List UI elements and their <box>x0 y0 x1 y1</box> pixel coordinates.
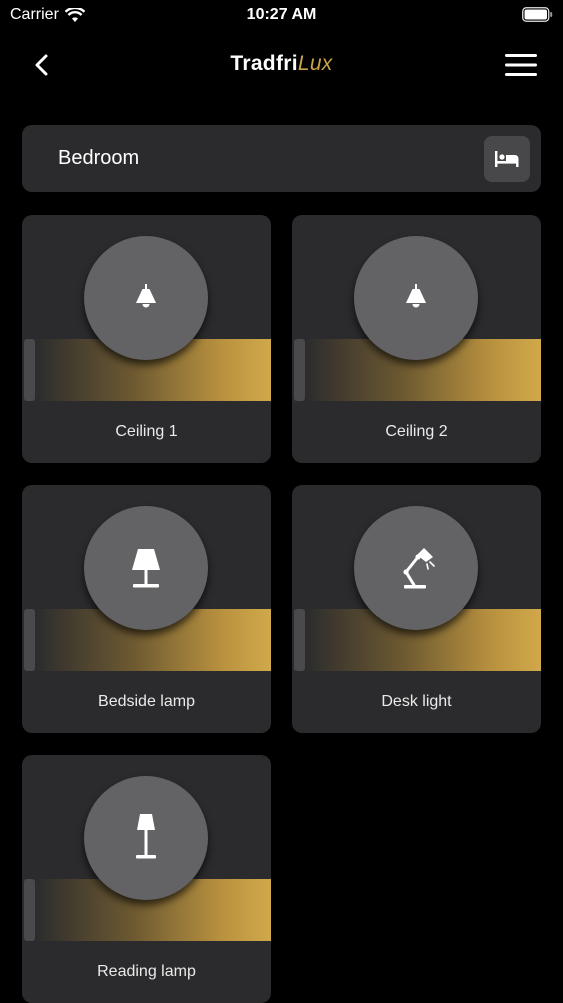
light-name: Reading lamp <box>97 963 196 980</box>
light-toggle-button[interactable] <box>354 236 478 360</box>
light-toggle-button[interactable] <box>354 506 478 630</box>
desk-lamp-icon <box>403 548 435 589</box>
light-tile-reading-lamp[interactable]: Reading lamp <box>22 755 271 1003</box>
brightness-slider-handle[interactable] <box>24 879 35 941</box>
navigation-bar: TradfriLux <box>0 40 563 92</box>
status-bar: Carrier 10:27 AM <box>0 0 563 30</box>
app-title-main: Tradfri <box>230 52 298 75</box>
light-toggle-button[interactable] <box>84 506 208 630</box>
status-time: 10:27 AM <box>246 6 317 23</box>
room-name: Bedroom <box>58 147 140 169</box>
floor-lamp-icon <box>136 814 156 859</box>
room-icon-button[interactable] <box>484 136 530 182</box>
table-lamp-icon <box>132 549 160 588</box>
app-title-accent: Lux <box>297 52 333 75</box>
light-name: Desk light <box>381 693 452 710</box>
light-tile-ceiling-2[interactable]: Ceiling 2 <box>292 215 541 463</box>
ceiling-lamp-icon <box>406 284 426 308</box>
light-tile-bedside-lamp[interactable]: Bedside lamp <box>22 485 271 733</box>
bed-icon <box>495 151 519 167</box>
light-name: Ceiling 1 <box>115 423 178 440</box>
battery-icon <box>522 7 553 22</box>
light-tile-desk-light[interactable]: Desk light <box>292 485 541 733</box>
brightness-slider-handle[interactable] <box>24 609 35 671</box>
hamburger-menu-icon[interactable] <box>505 53 537 77</box>
brightness-slider-handle[interactable] <box>294 609 305 671</box>
brightness-slider-handle[interactable] <box>24 339 35 401</box>
light-toggle-button[interactable] <box>84 236 208 360</box>
room-selector[interactable]: Bedroom <box>22 125 541 192</box>
light-name: Ceiling 2 <box>385 423 448 440</box>
light-toggle-button[interactable] <box>84 776 208 900</box>
ceiling-lamp-icon <box>136 284 156 308</box>
brightness-slider-handle[interactable] <box>294 339 305 401</box>
app-title: TradfriLux <box>0 52 563 76</box>
light-name: Bedside lamp <box>98 693 195 710</box>
light-tile-ceiling-1[interactable]: Ceiling 1 <box>22 215 271 463</box>
